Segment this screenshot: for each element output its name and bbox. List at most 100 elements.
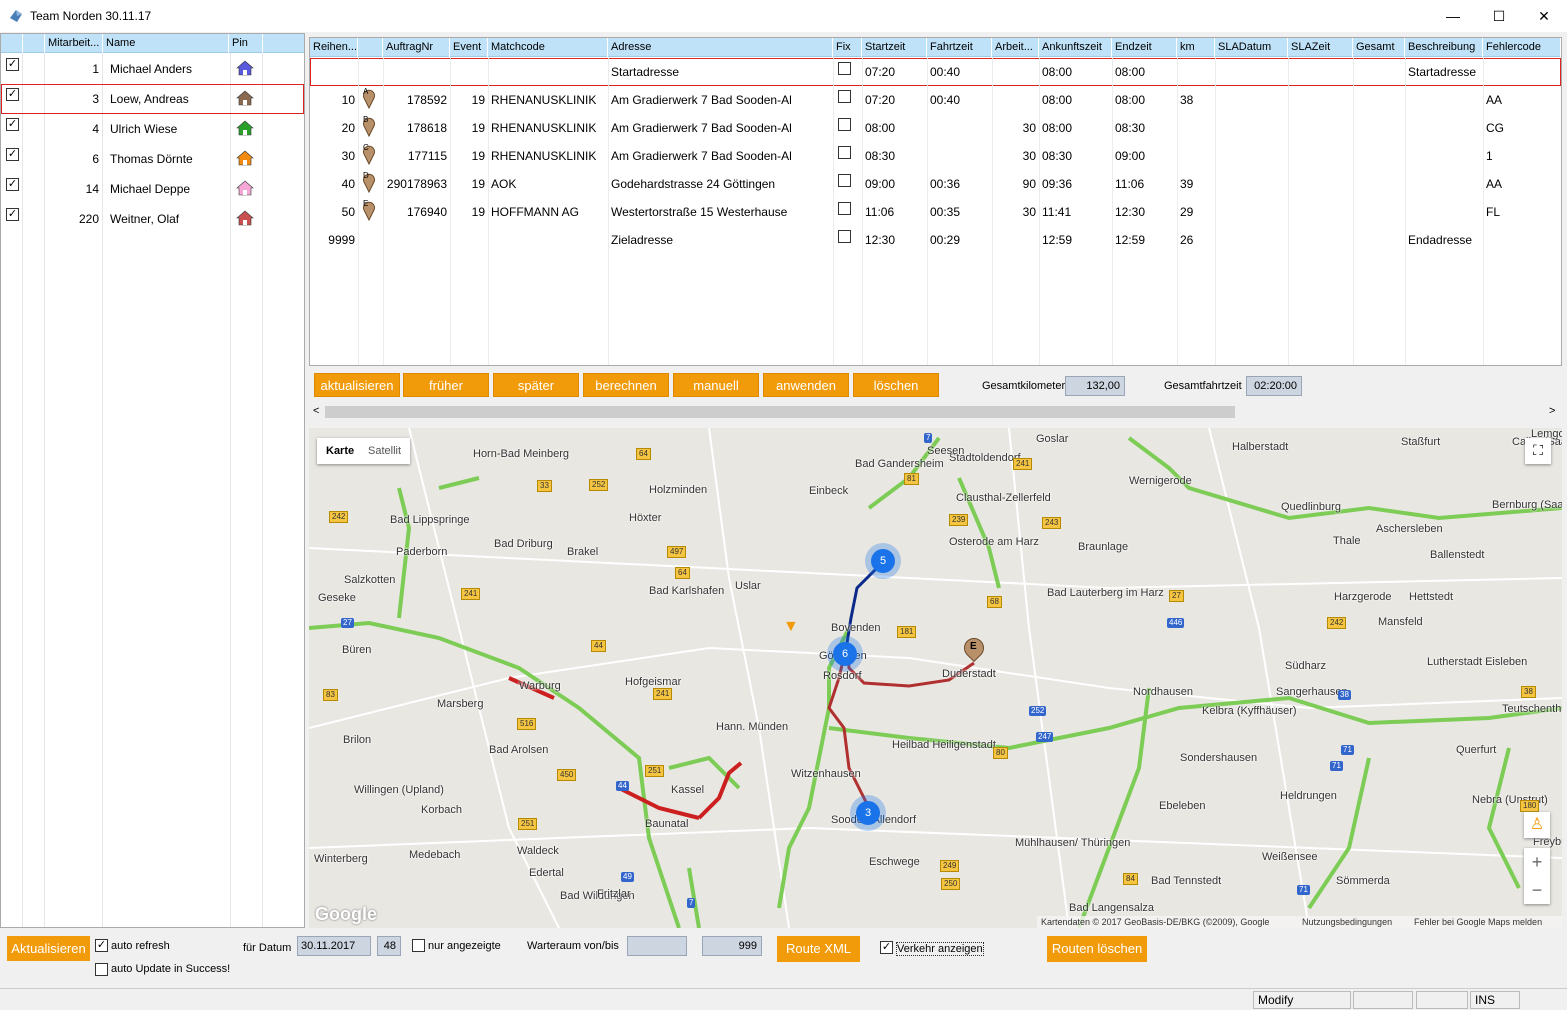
zoom-in-button[interactable]: + [1524,848,1550,876]
table-row[interactable]: Startadresse 07:20 00:40 08:00 08:00 Startadr… [310,58,1561,86]
cell-adresse: Am Gradierwerk 7 Bad Sooden-Al [611,93,792,107]
scroll-right-icon[interactable]: > [1549,405,1555,417]
toolbar-button-4[interactable]: manuell [673,373,759,397]
map-road-shield: 80 [993,747,1008,759]
minimize-button[interactable]: — [1430,0,1476,32]
grid-header-ende[interactable]: Endzeit [1112,38,1177,57]
employee-row[interactable]: ✓ 220 Weitner, Olaf [1,204,304,234]
map-place-label: Ballenstedt [1430,549,1485,561]
map-view[interactable]: Goslar Halberstadt Stadtoldendorf Bad Gande… [309,428,1562,928]
map-place-label: Geseke [318,592,356,604]
employee-checkbox[interactable]: ✓ [6,118,19,131]
close-button[interactable]: ✕ [1521,0,1567,32]
employee-checkbox[interactable]: ✓ [6,178,19,191]
map-tab-karte[interactable]: Karte [326,445,354,457]
verkehr-checkbox[interactable]: ✓ [880,941,893,954]
warteraum-von-field[interactable] [627,936,687,956]
employee-checkbox[interactable]: ✓ [6,208,19,221]
fix-checkbox[interactable] [838,118,851,131]
grid-header-fehler[interactable]: Fehlercode [1483,38,1561,57]
employee-checkbox[interactable]: ✓ [6,148,19,161]
maximize-button[interactable]: ☐ [1476,0,1522,32]
employee-row[interactable]: ✓ 3 Loew, Andreas [1,84,304,114]
grid-header-arbeit[interactable]: Arbeit... [992,38,1039,57]
fix-checkbox[interactable] [838,62,851,75]
grid-header-marker[interactable] [358,38,383,57]
table-row[interactable]: 40 D 290178963 19 AOK Godehardstrasse 24 Gött… [310,170,1561,198]
routen-loeschen-button[interactable]: Routen löschen [1047,936,1147,962]
horizontal-scrollbar[interactable]: < > [309,403,1562,421]
toolbar-button-2[interactable]: später [493,373,579,397]
fix-checkbox[interactable] [838,90,851,103]
employee-row[interactable]: ✓ 6 Thomas Dörnte [1,144,304,174]
header-name[interactable]: Name [103,34,229,53]
map-marker-icon[interactable]: ▼ [783,618,799,636]
scroll-left-icon[interactable]: < [313,405,319,417]
auto-update-checkbox[interactable] [95,963,108,976]
map-road-shield: 180 [1520,800,1540,812]
header-mitarbeiter[interactable]: Mitarbeit... [45,34,103,53]
fullscreen-button[interactable]: ⛶ [1525,438,1551,464]
map-road-shield: 239 [949,514,969,526]
grid-header-auftrag[interactable]: AuftragNr [383,38,450,57]
pegman-icon[interactable]: ♙ [1524,812,1550,838]
auto-refresh-checkbox[interactable]: ✓ [95,939,108,952]
toolbar-button-1[interactable]: früher [403,373,489,397]
map-tab-satellit[interactable]: Satellit [368,445,401,457]
toolbar-button-6[interactable]: löschen [853,373,939,397]
grid-header-reihe[interactable]: Reihen... [310,38,358,57]
employee-row[interactable]: ✓ 1 Michael Anders [1,54,304,84]
map-place-label: Nordhausen [1133,686,1193,698]
fix-checkbox[interactable] [838,146,851,159]
grid-header-slazeit[interactable]: SLAZeit [1288,38,1353,57]
map-road-shield: 446 [1167,618,1185,628]
header-pin[interactable]: Pin [229,34,263,53]
warteraum-bis-field[interactable]: 999 [702,936,762,956]
grid-header-fix[interactable]: Fix [833,38,862,57]
cell-event: 19 [471,149,485,163]
grid-header-ankunft[interactable]: Ankunftszeit [1039,38,1112,57]
table-row[interactable]: 9999 Zieladresse 12:30 00:29 12:59 12:59 26 End… [310,226,1561,254]
fix-checkbox[interactable] [838,230,851,243]
toolbar-button-3[interactable]: berechnen [583,373,669,397]
employee-row[interactable]: ✓ 14 Michael Deppe [1,174,304,204]
cell-km: 39 [1180,177,1194,191]
grid-header-start[interactable]: Startzeit [862,38,927,57]
grid-header-fahrt[interactable]: Fahrtzeit [927,38,992,57]
table-row[interactable]: 20 B 178618 19 RHENANUSKLINIK Am Gradierwerk … [310,114,1561,142]
table-row[interactable]: 30 C 177115 19 RHENANUSKLINIK Am Gradierwerk … [310,142,1561,170]
datum-field[interactable]: 30.11.2017 [297,936,371,956]
employee-name: Michael Anders [110,62,193,76]
table-row[interactable]: 10 A 178592 19 RHENANUSKLINIK Am Gradierwerk … [310,86,1561,114]
toolbar-button-0[interactable]: aktualisieren [314,373,400,397]
grid-header-event[interactable]: Event [450,38,488,57]
map-cluster[interactable]: 5 [871,549,895,573]
map-cluster[interactable]: 6 [833,642,857,666]
route-xml-button[interactable]: Route XML [777,936,860,962]
zoom-out-button[interactable]: − [1524,876,1550,904]
employee-checkbox[interactable]: ✓ [6,58,19,71]
cell-reihe: 20 [341,121,355,135]
map-report-link[interactable]: Fehler bei Google Maps melden [1414,917,1542,927]
grid-header-km[interactable]: km [1177,38,1215,57]
map-terms-link[interactable]: Nutzungsbedingungen [1302,917,1392,927]
grid-header-gesamt[interactable]: Gesamt [1353,38,1405,57]
employee-checkbox[interactable]: ✓ [6,88,19,101]
nur-angezeigte-checkbox[interactable] [412,939,425,952]
grid-header-beschr[interactable]: Beschreibung [1405,38,1483,57]
map-cluster[interactable]: 3 [856,801,880,825]
map-pin-letter: E [363,199,369,208]
scroll-thumb[interactable] [325,406,1235,418]
grid-header-sladatum[interactable]: SLADatum [1215,38,1288,57]
toolbar-button-5[interactable]: anwenden [763,373,849,397]
grid-header-match[interactable]: Matchcode [488,38,608,57]
house-icon [236,60,254,76]
fix-checkbox[interactable] [838,174,851,187]
warteraum-label: Warteraum von/bis [527,940,619,952]
grid-header-adresse[interactable]: Adresse [608,38,833,57]
map-road-shield: 181 [897,626,917,638]
table-row[interactable]: 50 E 176940 19 HOFFMANN AG Westertorstraße 15… [310,198,1561,226]
fix-checkbox[interactable] [838,202,851,215]
employee-row[interactable]: ✓ 4 Ulrich Wiese [1,114,304,144]
aktualisieren-button[interactable]: Aktualisieren [7,936,90,961]
